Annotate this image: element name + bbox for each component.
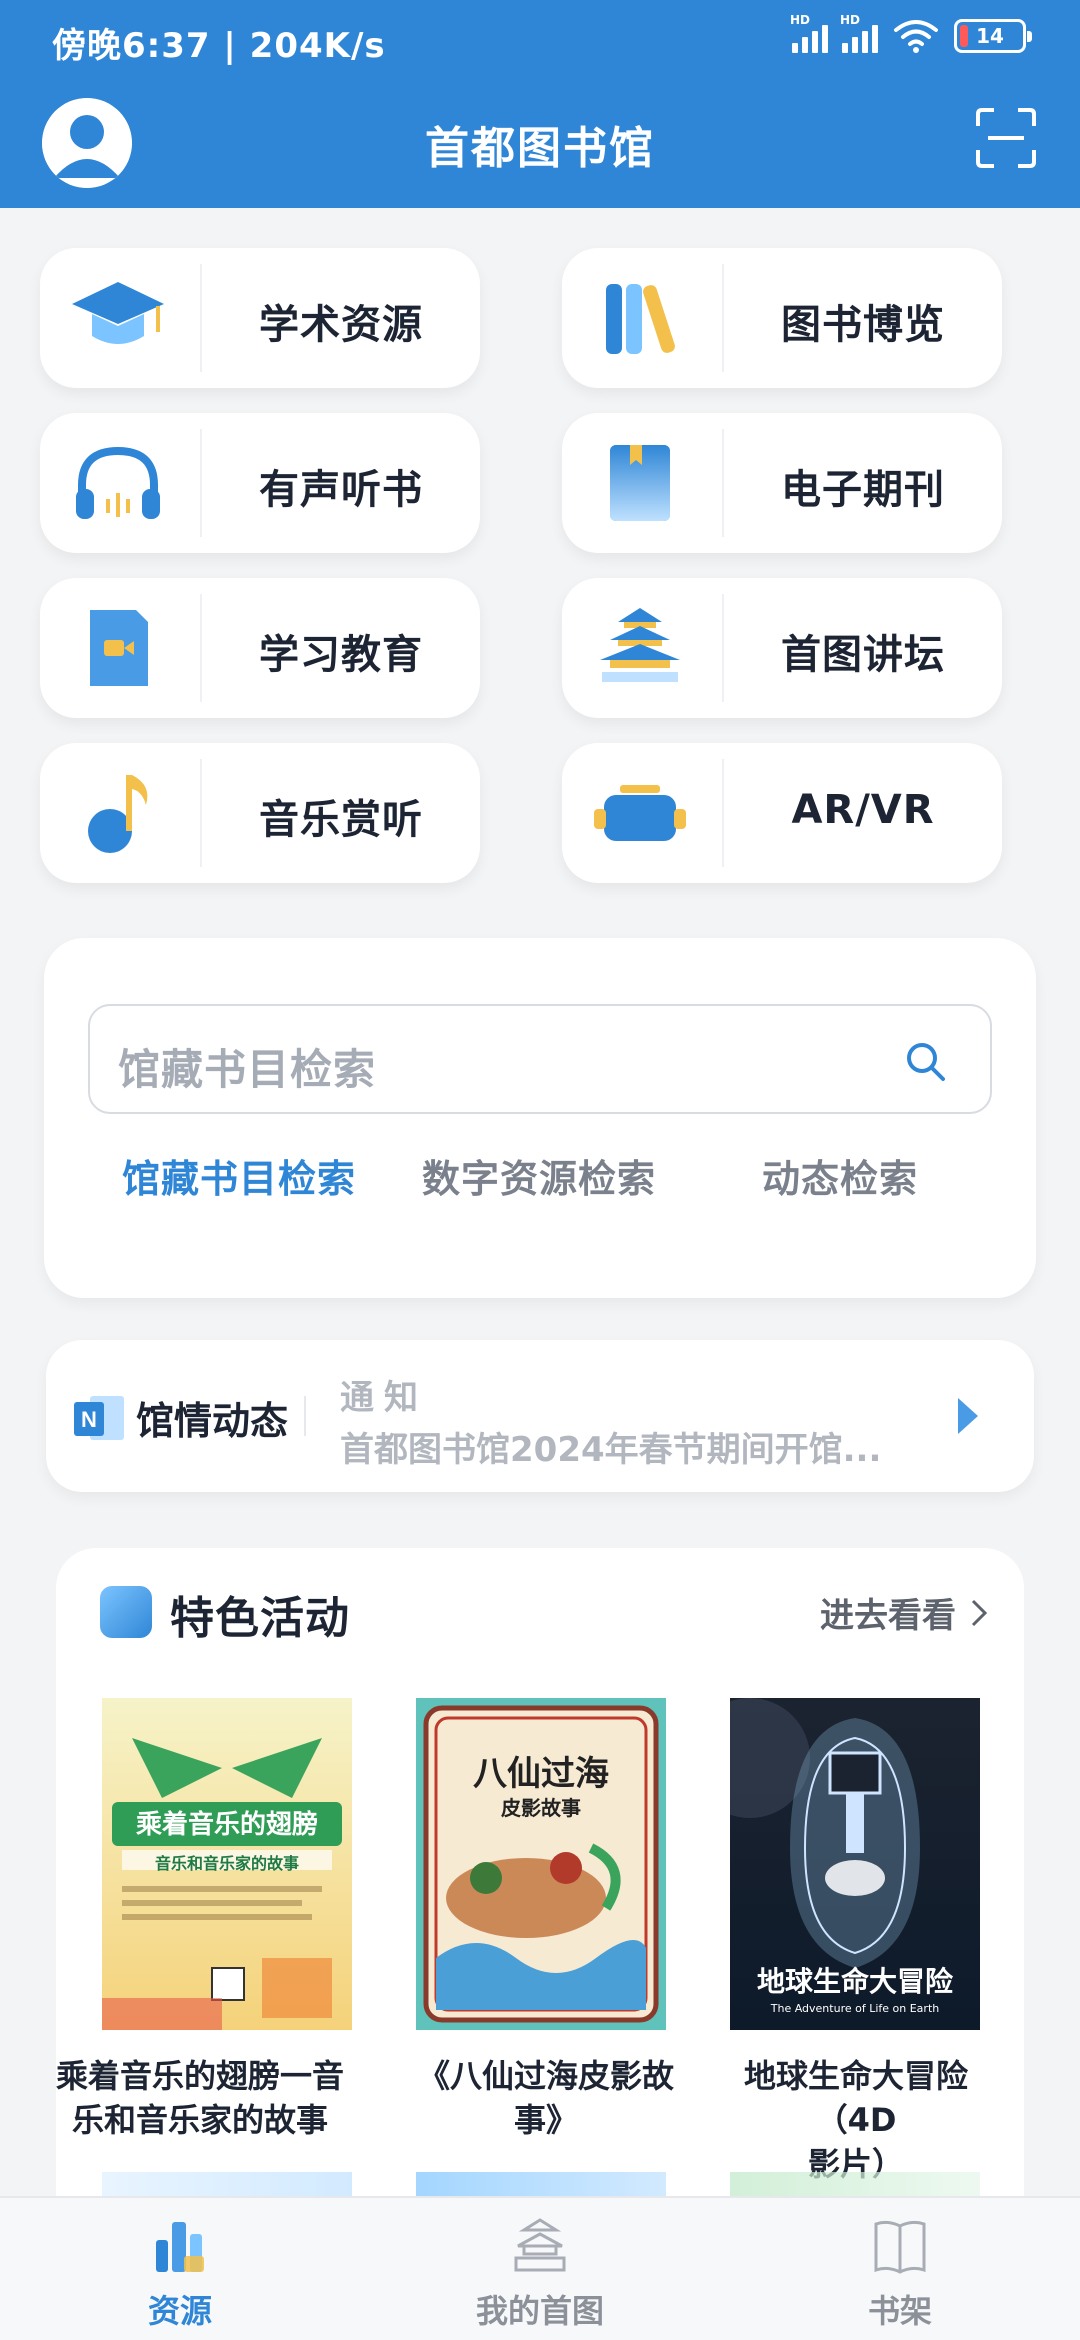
feature-label: 电子期刊 [781, 467, 945, 513]
feature-lecture-forum[interactable]: 首图讲坛 [562, 578, 1002, 718]
news-section-title: 馆情动态 [136, 1399, 289, 1443]
news-bar[interactable]: N 馆情动态 通知 首都图书馆2024年春节期间开馆... [46, 1340, 1034, 1492]
feature-music[interactable]: 音乐赏听 [40, 743, 480, 883]
magazine-icon [590, 441, 690, 525]
activity-poster-1[interactable]: 乘着音乐的翅膀 音乐和音乐家的故事 [102, 1698, 352, 2030]
poster-subheading: The Adventure of Life on Earth [770, 2002, 940, 2015]
search-placeholder: 馆藏书目检索 [118, 1045, 377, 1094]
search-tabs: 馆藏书目检索 数字资源检索 动态检索 [44, 1148, 1036, 1208]
tab-label: 资源 [147, 2292, 212, 2330]
activity-title-3[interactable]: 地球生命大冒险（4D 影片） [706, 2054, 1006, 2186]
my-library-icon [514, 2218, 566, 2272]
bookshelf-icon [874, 2220, 926, 2274]
activities-card: 特色活动 进去看看 乘着音乐的翅膀 音乐和音乐家的故事 乘着音乐的翅膀一音 乐和… [56, 1548, 1024, 2268]
poster-heading: 乘着音乐的翅膀 [135, 1810, 318, 1840]
signal-icon: HD [790, 13, 828, 53]
tab-dynamic-search[interactable]: 动态检索 [762, 1148, 918, 1203]
feature-label: 音乐赏听 [259, 797, 423, 843]
status-icons: HD HD 14 [790, 13, 1032, 54]
feature-academic-resources[interactable]: 学术资源 [40, 248, 480, 388]
poster-subheading: 皮影故事 [501, 1796, 581, 1820]
notice-icon: N [74, 1396, 124, 1440]
feature-label: 学习教育 [259, 632, 423, 678]
activity-title-1[interactable]: 乘着音乐的翅膀一音 乐和音乐家的故事 [50, 2054, 350, 2142]
tab-label: 我的首图 [475, 2292, 604, 2330]
feature-label: 学术资源 [259, 302, 423, 348]
tab-label: 书架 [867, 2292, 932, 2330]
tab-resources[interactable]: 资源 [0, 2198, 360, 2340]
play-arrow-icon[interactable] [954, 1394, 982, 1438]
wifi-icon [894, 20, 938, 53]
bottom-tab-bar: 资源 我的首图 书架 [0, 2196, 1080, 2340]
status-bar: 傍晚6:37 | 204K/s HD HD 14 [0, 0, 1080, 72]
tab-my-library[interactable]: 我的首图 [360, 2198, 720, 2340]
feature-label: 图书博览 [781, 302, 945, 348]
see-more-link[interactable]: 进去看看 [820, 1588, 990, 1637]
app-header: 首都图书馆 [0, 72, 1080, 208]
scan-icon[interactable] [974, 106, 1038, 170]
vr-headset-icon [590, 771, 690, 855]
temple-icon [590, 606, 690, 690]
feature-label: 有声听书 [259, 467, 423, 513]
video-file-icon [68, 606, 168, 690]
search-icon[interactable] [904, 1040, 946, 1082]
status-time-speed: 傍晚6:37 | 204K/s [52, 26, 386, 66]
resources-icon [156, 2222, 204, 2272]
feature-book-expo[interactable]: 图书博览 [562, 248, 1002, 388]
tab-bookshelf[interactable]: 书架 [720, 2198, 1080, 2340]
tab-catalog-search[interactable]: 馆藏书目检索 [122, 1148, 356, 1203]
feature-education[interactable]: 学习教育 [40, 578, 480, 718]
poster-heading: 八仙过海 [473, 1754, 609, 1794]
section-square-icon [100, 1586, 152, 1638]
news-category: 通知 [340, 1378, 428, 1418]
poster-heading: 地球生命大冒险 [756, 1965, 953, 1998]
activities-title: 特色活动 [170, 1593, 350, 1644]
activity-poster-2[interactable]: 八仙过海 皮影故事 [416, 1698, 666, 2030]
headphones-icon [68, 441, 168, 525]
page-title: 首都图书馆 [425, 123, 655, 174]
graduation-cap-icon [68, 276, 168, 360]
feature-e-journals[interactable]: 电子期刊 [562, 413, 1002, 553]
feature-audiobooks[interactable]: 有声听书 [40, 413, 480, 553]
battery-icon: 14 [954, 19, 1032, 53]
music-note-icon [68, 771, 168, 855]
search-input[interactable]: 馆藏书目检索 [88, 1004, 992, 1114]
feature-label: 首图讲坛 [781, 632, 945, 678]
svg-text:N: N [81, 1407, 97, 1432]
activity-poster-3[interactable]: 地球生命大冒险 The Adventure of Life on Earth [730, 1698, 980, 2030]
poster-subheading: 音乐和音乐家的故事 [154, 1854, 299, 1873]
feature-label: AR/VR [791, 787, 935, 833]
search-card: 馆藏书目检索 馆藏书目检索 数字资源检索 动态检索 [44, 938, 1036, 1298]
chevron-right-icon [971, 1599, 988, 1626]
news-headline[interactable]: 首都图书馆2024年春节期间开馆... [340, 1422, 920, 1471]
feature-ar-vr[interactable]: AR/VR [562, 743, 1002, 883]
tab-digital-search[interactable]: 数字资源检索 [422, 1148, 656, 1203]
signal-icon-2: HD [840, 13, 878, 53]
books-icon [590, 276, 690, 360]
activity-title-2[interactable]: 《八仙过海皮影故 事》 [396, 2054, 696, 2142]
